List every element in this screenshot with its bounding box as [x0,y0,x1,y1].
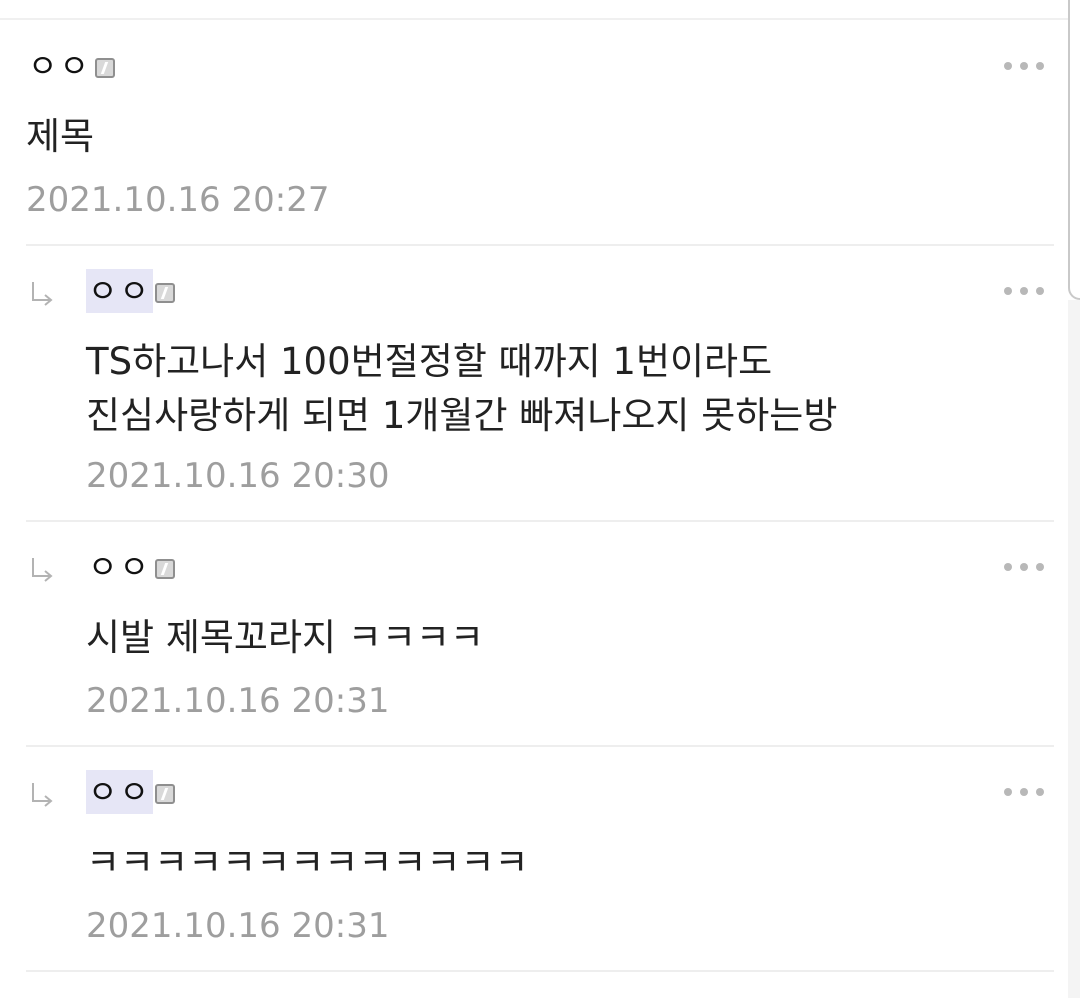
comment-text: TS하고나서 100번절정할 때까지 1번이라도 진심사랑하게 되면 1개월간 … [86,340,838,437]
more-dot [1036,62,1044,70]
fixed-nick-badge-icon [154,283,175,303]
more-options-icon[interactable] [1004,545,1044,589]
more-dot [1020,788,1028,796]
fixed-nick-badge-icon [154,784,175,804]
comment-text: 제목 [26,115,95,158]
comment-divider [26,970,1054,972]
more-dot [1004,287,1012,295]
nickname-row: ㅇㅇ [86,545,175,589]
comment-text: ㅋㅋㅋㅋㅋㅋㅋㅋㅋㅋㅋㅋㅋ [86,841,529,884]
panel-frame-edge [1068,0,1080,300]
comment-page: ㅇㅇ 제목 2021.10.16 20:27 ㅇㅇ TS하고나서 100번절정할… [0,0,1080,998]
comment-timestamp: 2021.10.16 20:31 [86,681,390,721]
more-dot [1020,563,1028,571]
reply-arrow-icon [32,558,53,582]
more-dot [1036,788,1044,796]
comment-divider [26,745,1054,747]
nickname[interactable]: ㅇㅇ [86,269,153,313]
more-dot [1004,62,1012,70]
nickname-row: ㅇㅇ [86,770,175,814]
nickname[interactable]: ㅇㅇ [86,770,153,814]
comment-timestamp: 2021.10.16 20:31 [86,906,390,946]
nickname-row: ㅇㅇ [86,269,175,313]
fixed-nick-badge-icon [94,58,115,78]
more-dot [1004,788,1012,796]
comment-text: 시발 제목꼬라지 ㅋㅋㅋㅋ [86,616,484,659]
more-dot [1004,563,1012,571]
reply-arrow-icon [32,783,53,807]
reply-item: ㅇㅇ TS하고나서 100번절정할 때까지 1번이라도 진심사랑하게 되면 1개… [26,269,1054,522]
previous-item-edge [0,0,1068,20]
more-dot [1036,563,1044,571]
more-options-icon[interactable] [1004,269,1044,313]
fixed-nick-badge-icon [154,559,175,579]
nickname-row: ㅇㅇ [26,44,115,88]
comment-item: ㅇㅇ 제목 2021.10.16 20:27 [26,44,1054,246]
scrollbar-track[interactable] [1068,300,1080,998]
more-options-icon[interactable] [1004,770,1044,814]
more-dot [1020,62,1028,70]
nickname[interactable]: ㅇㅇ [26,44,93,88]
comment-divider [26,244,1054,246]
comment-timestamp: 2021.10.16 20:27 [26,180,330,220]
more-dot [1020,287,1028,295]
reply-item: ㅇㅇ 시발 제목꼬라지 ㅋㅋㅋㅋ 2021.10.16 20:31 [26,545,1054,747]
more-dot [1036,287,1044,295]
comment-divider [26,520,1054,522]
more-options-icon[interactable] [1004,44,1044,88]
reply-item: ㅇㅇ ㅋㅋㅋㅋㅋㅋㅋㅋㅋㅋㅋㅋㅋ 2021.10.16 20:31 [26,770,1054,972]
nickname[interactable]: ㅇㅇ [86,545,153,589]
comment-timestamp: 2021.10.16 20:30 [86,456,390,496]
reply-arrow-icon [32,282,53,306]
